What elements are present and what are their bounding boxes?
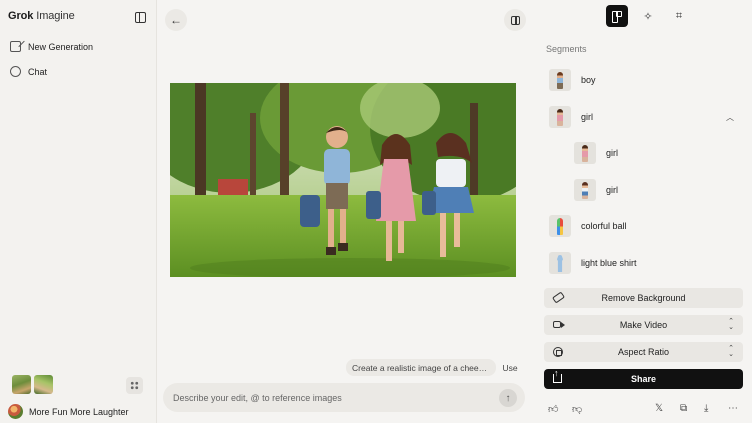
segment-label: colorful ball [581, 221, 627, 231]
thumbs-up-icon[interactable]: 👍︎ [548, 403, 558, 415]
tab-magic-edit[interactable]: ✧ [637, 5, 659, 27]
segment-item-light-blue-shirt[interactable]: light blue shirt [549, 252, 637, 274]
toggle-panel-button[interactable] [504, 9, 526, 31]
tab-crop[interactable]: ⌗ [668, 5, 690, 27]
tool-tabs: ✧ ⌗ [606, 5, 690, 27]
chevron-updown-icon: ⌃ ⌄ [728, 318, 734, 331]
brand-name-light: Imagine [33, 10, 75, 22]
copy-icon[interactable]: ⧉ [680, 403, 687, 414]
sidebar-item-chat[interactable]: Chat [10, 66, 47, 77]
segment-thumbnail [549, 106, 571, 128]
segment-item-girl[interactable]: girl [549, 106, 593, 128]
segment-label: girl [581, 112, 594, 122]
segment-item-boy[interactable]: boy [549, 69, 596, 91]
use-suggestion-button[interactable]: Use [497, 359, 523, 376]
segment-thumbnail [574, 142, 596, 164]
grid-view-icon[interactable] [126, 377, 143, 394]
user-name: More Fun More Laughter [29, 406, 129, 417]
prompt-suggestion[interactable]: Create a realistic image of a chee… [346, 359, 496, 376]
segment-thumbnail [549, 69, 571, 91]
thumbs-down-icon[interactable]: 👎︎ [572, 403, 582, 415]
button-label: Share [630, 374, 656, 384]
share-button[interactable]: Share [544, 368, 743, 389]
chevron-up-icon[interactable]: ︿ [726, 112, 734, 123]
segments-icon [612, 11, 622, 23]
make-video-button[interactable]: Make Video ⌃ ⌄ [544, 315, 743, 335]
back-button[interactable]: ← [165, 9, 187, 31]
brand-name-bold: Grok [8, 10, 34, 22]
button-label: Make Video [619, 320, 668, 330]
chevron-updown-icon: ⌃ ⌄ [728, 345, 734, 358]
segment-thumbnail [549, 215, 571, 237]
segment-label: girl [606, 185, 619, 195]
segment-subitem-girl[interactable]: girl [574, 142, 618, 164]
recent-image-thumbnail[interactable] [34, 375, 53, 394]
recent-images [12, 375, 53, 394]
remove-background-button[interactable]: Remove Background [544, 288, 743, 308]
sidebar-item-new-generation[interactable]: New Generation [10, 41, 93, 52]
segment-thumbnail [574, 179, 596, 201]
tab-segments[interactable] [606, 5, 628, 27]
grok-imagine-app: Grok Imagine New Generation Chat More Fu… [0, 0, 752, 423]
sidebar: Grok Imagine New Generation Chat More Fu… [0, 0, 157, 423]
aspect-ratio-select[interactable]: Aspect Ratio ⌃ ⌄ [544, 342, 743, 362]
recent-image-thumbnail[interactable] [12, 375, 31, 394]
more-options-icon[interactable]: ⋯ [728, 403, 738, 414]
arrow-left-icon: ← [170, 13, 182, 27]
x-share-icon[interactable]: 𝕏 [655, 403, 663, 414]
segment-subitem-girl[interactable]: girl [574, 179, 618, 201]
edit-prompt-input[interactable]: Describe your edit, @ to reference image… [163, 383, 525, 412]
panel-icon [510, 15, 520, 25]
button-label: Aspect Ratio [617, 347, 670, 357]
edit-panel: ✧ ⌗ Segments boy girl ︿ girl girl colorf… [533, 0, 752, 423]
submit-button[interactable]: ↑ [499, 389, 517, 407]
share-icon [553, 368, 562, 383]
user-profile[interactable]: More Fun More Laughter [8, 404, 129, 419]
segment-item-colorful-ball[interactable]: colorful ball [549, 215, 627, 237]
generated-image[interactable] [170, 83, 516, 277]
segment-label: girl [606, 148, 619, 158]
sidebar-item-label: Chat [28, 66, 48, 77]
button-label: Remove Background [601, 293, 686, 303]
download-icon[interactable]: ⤓ [704, 403, 708, 414]
segment-label: light blue shirt [581, 258, 637, 268]
eraser-icon [551, 291, 566, 304]
main-canvas: ← Create a realistic image of a chee… Us… [157, 0, 533, 423]
crop-icon: ⌗ [675, 9, 683, 22]
prompt-placeholder: Describe your edit, @ to reference image… [173, 392, 342, 403]
sidebar-item-label: New Generation [28, 41, 94, 52]
segments-heading: Segments [546, 44, 587, 54]
edit-icon [10, 41, 21, 52]
video-icon [553, 321, 565, 328]
brand-logo[interactable]: Grok Imagine [8, 10, 75, 22]
arrow-up-icon: ↑ [505, 392, 511, 404]
collapse-sidebar-icon[interactable] [135, 12, 146, 23]
aspect-ratio-icon [553, 347, 563, 357]
chat-icon [10, 66, 21, 77]
avatar [8, 404, 23, 419]
segment-label: boy [581, 75, 596, 85]
segment-thumbnail [549, 252, 571, 274]
magic-wand-icon: ✧ [643, 10, 653, 23]
